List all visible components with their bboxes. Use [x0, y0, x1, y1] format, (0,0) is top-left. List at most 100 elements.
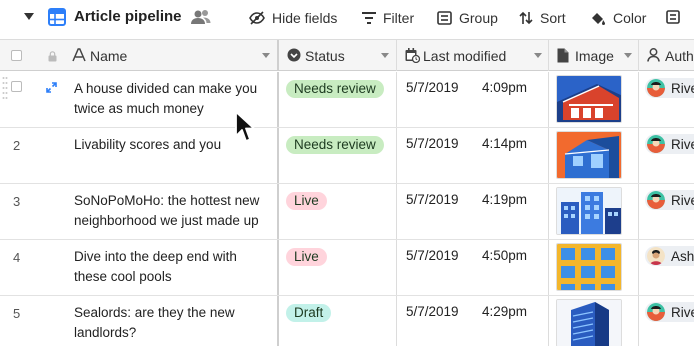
group-button[interactable]: Group: [437, 8, 498, 28]
hide-eye-icon: [249, 11, 265, 25]
row-selector-cell[interactable]: [0, 72, 64, 127]
column-header-image[interactable]: Image: [549, 40, 639, 71]
attachment-file-icon: [557, 48, 569, 63]
row-selector-cell[interactable]: 4: [0, 240, 64, 295]
modified-time: 4:50pm: [482, 248, 528, 263]
author-cell[interactable]: Rive: [639, 72, 694, 127]
calendar-clock-icon: [405, 48, 420, 63]
modified-time: 4:29pm: [482, 304, 528, 319]
single-select-icon: [287, 48, 301, 62]
last-modified-cell[interactable]: 5/7/2019 4:14pm: [397, 128, 549, 183]
last-modified-cell[interactable]: 5/7/2019 4:29pm: [397, 296, 549, 346]
column-label-status: Status: [305, 48, 345, 64]
image-cell[interactable]: [549, 240, 639, 295]
avatar: [647, 135, 665, 153]
status-badge: Live: [286, 192, 327, 210]
modified-time: 4:14pm: [482, 136, 528, 151]
toolbar: Article pipeline Hide fields Filter Grou…: [0, 0, 694, 38]
row-number: 4: [13, 250, 21, 265]
color-button[interactable]: Color: [590, 8, 646, 28]
author-name: Rive: [671, 304, 694, 320]
modified-date: 5/7/2019: [406, 248, 459, 263]
select-all-cell[interactable]: [0, 40, 39, 71]
status-cell[interactable]: Needs review: [279, 128, 397, 183]
author-cell[interactable]: Rive: [639, 184, 694, 239]
column-header-name[interactable]: Name: [64, 40, 279, 71]
modified-date: 5/7/2019: [406, 80, 459, 95]
last-modified-cell[interactable]: 5/7/2019 4:50pm: [397, 240, 549, 295]
image-cell[interactable]: [549, 72, 639, 127]
image-thumbnail[interactable]: [556, 75, 622, 123]
author-cell[interactable]: Rive: [639, 296, 694, 346]
name-cell[interactable]: Dive into the deep end with these cool p…: [64, 240, 279, 295]
paint-bucket-icon: [592, 12, 605, 25]
name-cell[interactable]: SoNoPoMoHo: the hottest new neighborhood…: [64, 184, 279, 239]
filter-button[interactable]: Filter: [362, 8, 414, 28]
image-thumbnail[interactable]: [556, 131, 622, 179]
image-cell[interactable]: [549, 184, 639, 239]
column-header-status[interactable]: Status: [279, 40, 397, 71]
row-selector-cell[interactable]: 2: [0, 128, 64, 183]
author-cell[interactable]: Ash: [639, 240, 694, 295]
collaborators-icon[interactable]: [190, 8, 212, 26]
author-chip: Rive: [645, 134, 694, 154]
last-modified-cell[interactable]: 5/7/2019 4:19pm: [397, 184, 549, 239]
row-selector-cell[interactable]: 5: [0, 296, 64, 346]
image-cell[interactable]: [549, 296, 639, 346]
column-menu-caret-icon[interactable]: [381, 53, 389, 58]
author-name: Rive: [671, 136, 694, 152]
table-row[interactable]: 4 Dive into the deep end with these cool …: [0, 240, 694, 296]
table-menu-caret-icon[interactable]: [24, 13, 34, 20]
sort-label: Sort: [540, 10, 566, 26]
last-modified-cell[interactable]: 5/7/2019 4:09pm: [397, 72, 549, 127]
column-menu-caret-icon[interactable]: [624, 53, 632, 58]
image-cell[interactable]: [549, 128, 639, 183]
status-cell[interactable]: Needs review: [279, 72, 397, 127]
image-thumbnail[interactable]: [556, 243, 622, 291]
column-header-author[interactable]: Auth: [639, 40, 694, 71]
status-cell[interactable]: Draft: [279, 296, 397, 346]
expand-record-icon[interactable]: [46, 82, 57, 93]
author-chip: Rive: [645, 302, 694, 322]
column-menu-caret-icon[interactable]: [262, 53, 270, 58]
mouse-pointer-icon: [235, 111, 255, 142]
modified-time: 4:09pm: [482, 80, 528, 95]
modified-date: 5/7/2019: [406, 304, 459, 319]
sort-button[interactable]: Sort: [519, 8, 566, 28]
hide-fields-label: Hide fields: [272, 10, 338, 26]
name-cell[interactable]: Sealords: are they the new landlords?: [64, 296, 279, 346]
author-chip: Rive: [645, 190, 694, 210]
hide-fields-button[interactable]: Hide fields: [249, 8, 337, 28]
table-row[interactable]: 2 Livability scores and you Needs review 5/…: [0, 128, 694, 184]
sort-icon: [519, 11, 533, 25]
drag-handle-icon[interactable]: [2, 74, 8, 104]
table-row[interactable]: 5 Sealords: are they the new landlords? Dr…: [0, 296, 694, 346]
author-name: Ash: [671, 248, 694, 264]
row-selector-cell[interactable]: 3: [0, 184, 64, 239]
user-field-icon: [647, 48, 660, 62]
status-cell[interactable]: Live: [279, 184, 397, 239]
record-name: Dive into the deep end with these cool p…: [74, 249, 237, 284]
author-cell[interactable]: Rive: [639, 128, 694, 183]
group-label: Group: [459, 10, 498, 26]
avatar: [647, 247, 665, 265]
author-chip: Rive: [645, 78, 694, 98]
image-thumbnail[interactable]: [556, 299, 622, 346]
color-label: Color: [613, 10, 647, 26]
column-menu-caret-icon[interactable]: [534, 53, 542, 58]
view-title[interactable]: Article pipeline: [74, 8, 182, 25]
select-all-checkbox[interactable]: [11, 50, 22, 61]
filter-icon: [362, 12, 376, 24]
modified-time: 4:19pm: [482, 192, 528, 207]
table-row[interactable]: A house divided can make you twice as mu…: [0, 72, 694, 128]
column-header-last-modified[interactable]: Last modified: [397, 40, 549, 71]
avatar: [647, 303, 665, 321]
status-cell[interactable]: Live: [279, 240, 397, 295]
more-options-icon[interactable]: [666, 10, 680, 24]
record-name: SoNoPoMoHo: the hottest new neighborhood…: [74, 193, 260, 228]
image-thumbnail[interactable]: [556, 187, 622, 235]
table-row[interactable]: 3 SoNoPoMoHo: the hottest new neighborhoo…: [0, 184, 694, 240]
column-label-name: Name: [90, 48, 128, 64]
author-name: Rive: [671, 192, 694, 208]
row-checkbox[interactable]: [11, 81, 22, 92]
